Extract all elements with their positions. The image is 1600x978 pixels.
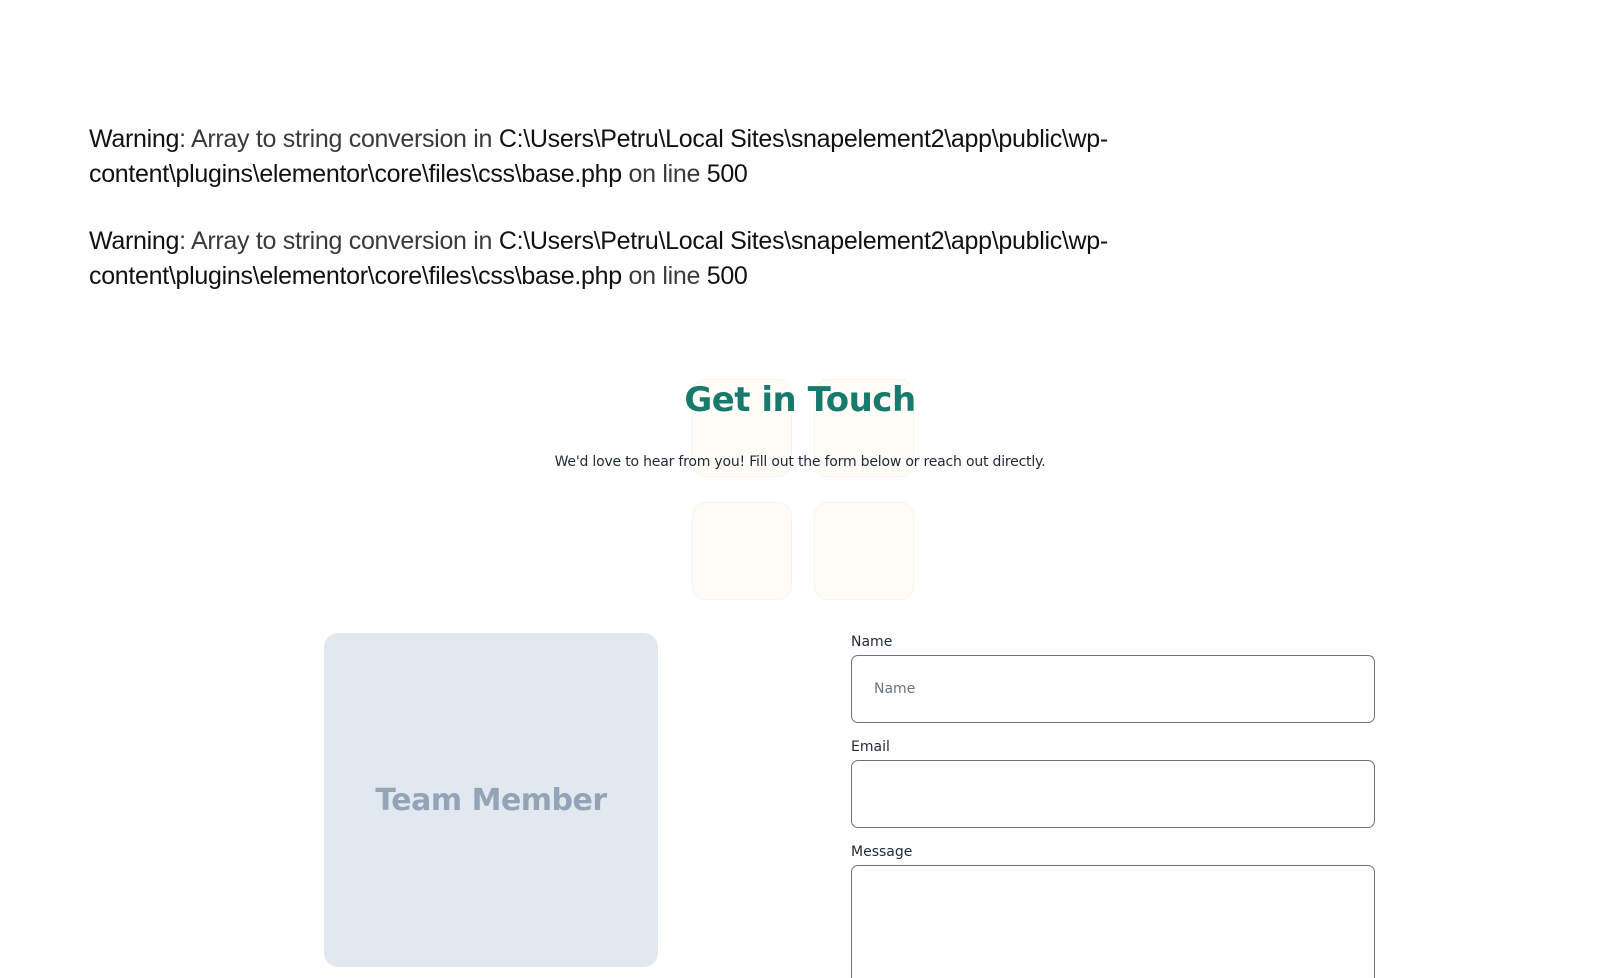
warning-line-number: 500 — [706, 262, 748, 290]
contact-form: Name Email Message — [851, 633, 1375, 978]
email-label: Email — [851, 739, 890, 755]
warning-line-number: 500 — [706, 160, 748, 188]
message-label: Message — [851, 844, 913, 860]
php-warnings: Warning: Array to string conversion in C… — [89, 122, 1189, 326]
contact-title: Get in Touch — [684, 380, 916, 420]
name-label: Name — [851, 634, 893, 650]
team-member-label: Team Member — [375, 782, 607, 818]
page: Warning: Array to string conversion in C… — [0, 0, 1600, 978]
warning-line-text: on line — [621, 160, 707, 188]
warning-message: Array to string conversion in — [191, 227, 499, 255]
decorative-tile — [814, 502, 914, 600]
warning-separator: : — [179, 125, 191, 153]
warning-message: Array to string conversion in — [191, 125, 499, 153]
decorative-tile — [692, 502, 792, 600]
warning-line-text: on line — [621, 262, 707, 290]
message-textarea[interactable] — [851, 865, 1375, 978]
php-warning-2: Warning: Array to string conversion in C… — [89, 224, 1189, 294]
name-input[interactable] — [851, 655, 1375, 723]
warning-label: Warning — [89, 125, 180, 153]
email-input[interactable] — [851, 760, 1375, 828]
warning-label: Warning — [89, 227, 180, 255]
team-member-card: Team Member — [324, 633, 658, 967]
warning-separator: : — [179, 227, 191, 255]
php-warning-1: Warning: Array to string conversion in C… — [89, 122, 1189, 192]
contact-subtitle: We'd love to hear from you! Fill out the… — [554, 454, 1046, 470]
